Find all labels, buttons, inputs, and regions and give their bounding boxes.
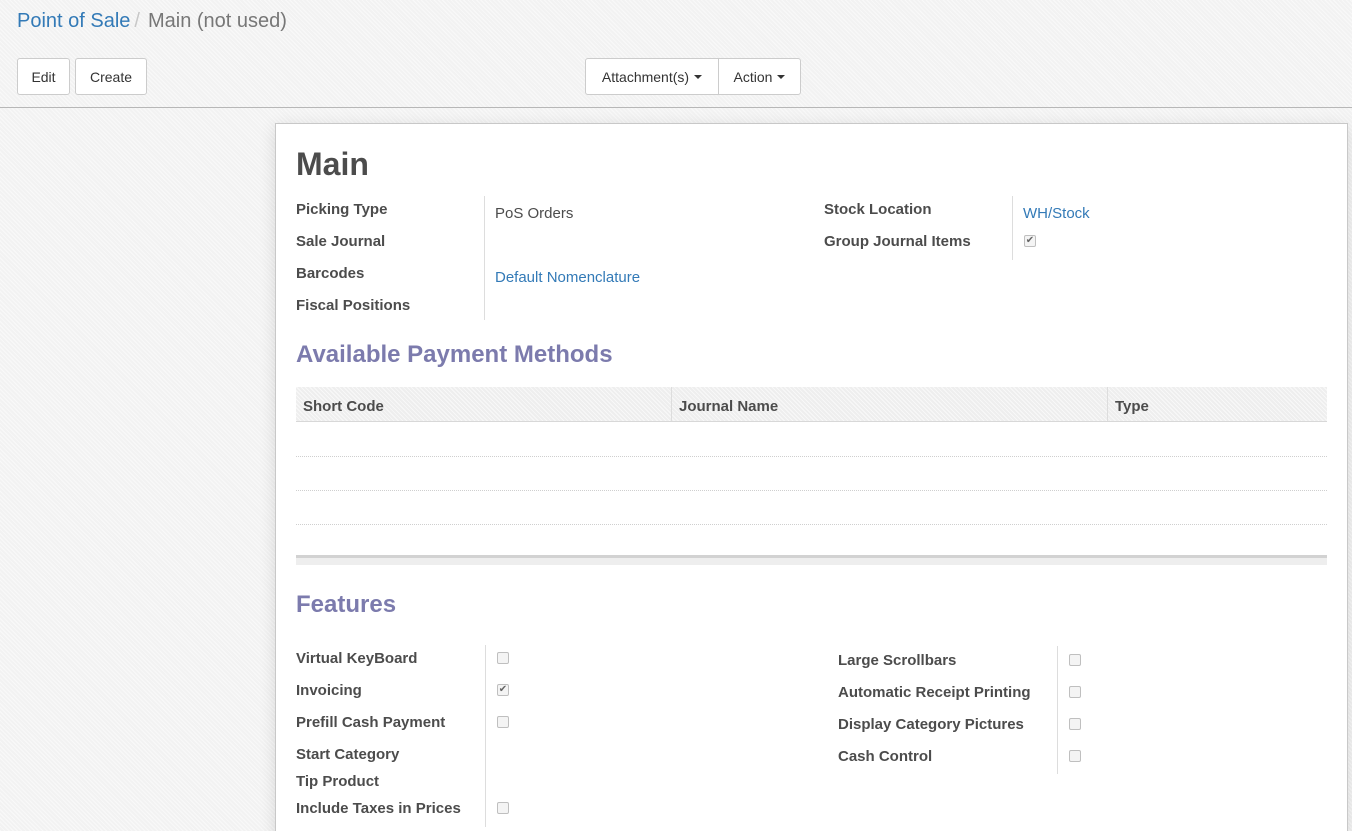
column-header-short-code[interactable]: Short Code <box>296 387 671 421</box>
virtual-keyboard-label: Virtual KeyBoard <box>296 650 418 667</box>
prefill-cash-payment-label: Prefill Cash Payment <box>296 714 446 731</box>
breadcrumb-current: Main (not used) <box>147 10 287 32</box>
create-button[interactable]: Create <box>75 58 147 95</box>
payment-methods-title: Available Payment Methods <box>296 341 613 368</box>
action-label: Action <box>733 68 773 85</box>
breadcrumb-point-of-sale-link[interactable]: Point of Sale <box>17 10 130 32</box>
form-sheet: Main Picking Type PoS Orders Sale Journa… <box>275 123 1348 831</box>
automatic-receipt-printing-label: Automatic Receipt Printing <box>838 684 1031 701</box>
table-row <box>296 456 1327 457</box>
display-category-pictures-checkbox[interactable] <box>1069 718 1081 730</box>
breadcrumb-separator: / <box>134 10 140 32</box>
field-divider <box>1057 646 1058 774</box>
picking-type-value: PoS Orders <box>495 205 574 222</box>
caret-down-icon <box>777 74 786 79</box>
large-scrollbars-checkbox[interactable] <box>1069 654 1081 666</box>
attachments-label: Attachment(s) <box>601 68 690 85</box>
caret-down-icon <box>694 74 703 79</box>
automatic-receipt-printing-checkbox[interactable] <box>1069 686 1081 698</box>
tip-product-label: Tip Product <box>296 773 380 790</box>
picking-type-label: Picking Type <box>296 201 388 218</box>
barcodes-link[interactable]: Default Nomenclature <box>495 268 640 288</box>
barcodes-label: Barcodes <box>296 265 365 282</box>
record-title: Main <box>296 146 369 182</box>
edit-button-label: Edit <box>31 68 56 85</box>
cash-control-checkbox[interactable] <box>1069 750 1081 762</box>
table-row <box>296 524 1327 525</box>
payment-methods-table-footer <box>296 555 1327 565</box>
stock-location-link[interactable]: WH/Stock <box>1023 204 1090 224</box>
action-dropdown-button[interactable]: Action <box>718 58 801 95</box>
group-journal-items-label: Group Journal Items <box>824 233 971 250</box>
edit-button[interactable]: Edit <box>17 58 70 95</box>
display-category-pictures-label: Display Category Pictures <box>838 716 1024 733</box>
payment-methods-table-header: Short Code Journal Name Type <box>296 387 1327 422</box>
features-title: Features <box>296 591 397 618</box>
field-divider <box>484 196 485 320</box>
virtual-keyboard-checkbox[interactable] <box>497 652 509 664</box>
field-divider <box>1012 196 1013 260</box>
stock-location-label: Stock Location <box>824 201 932 218</box>
group-journal-items-checkbox[interactable]: ✔ <box>1024 235 1036 247</box>
column-header-journal-name[interactable]: Journal Name <box>671 387 1107 421</box>
start-category-label: Start Category <box>296 746 400 763</box>
cash-control-label: Cash Control <box>838 748 933 765</box>
attachments-dropdown-button[interactable]: Attachment(s) <box>585 58 719 95</box>
prefill-cash-payment-checkbox[interactable] <box>497 716 509 728</box>
include-taxes-label: Include Taxes in Prices <box>296 800 461 817</box>
control-panel: Point of Sale / Main (not used) Edit Creat… <box>0 0 1352 108</box>
invoicing-checkbox[interactable]: ✔ <box>497 684 509 696</box>
invoicing-label: Invoicing <box>296 682 362 699</box>
create-button-label: Create <box>89 68 133 85</box>
include-taxes-checkbox[interactable] <box>497 802 509 814</box>
table-row <box>296 490 1327 491</box>
breadcrumb: Point of Sale / Main (not used) <box>17 8 287 34</box>
large-scrollbars-label: Large Scrollbars <box>838 652 957 669</box>
field-divider <box>485 645 486 827</box>
column-header-type[interactable]: Type <box>1107 387 1327 421</box>
sale-journal-label: Sale Journal <box>296 233 386 250</box>
fiscal-positions-label: Fiscal Positions <box>296 297 411 314</box>
